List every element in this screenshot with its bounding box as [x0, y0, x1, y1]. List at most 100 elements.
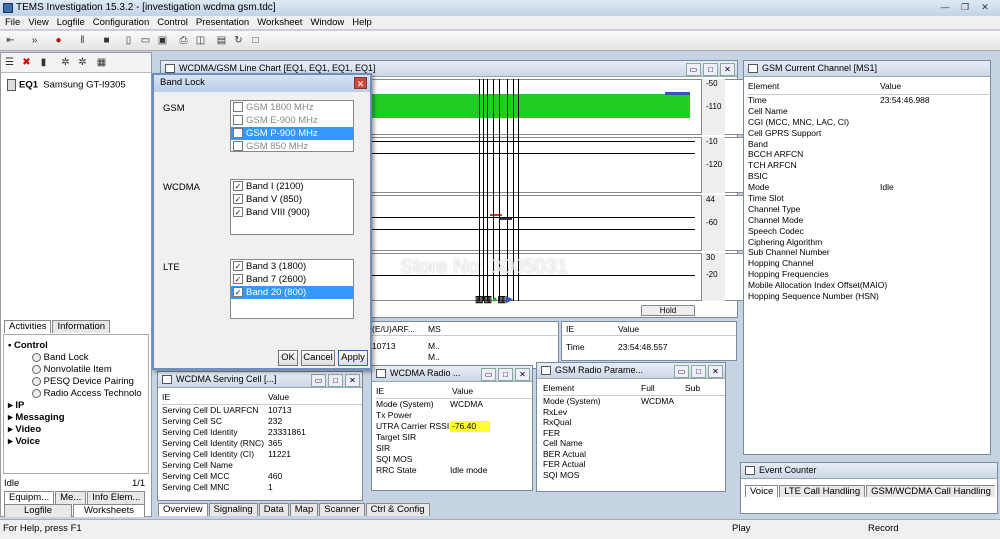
- checkbox[interactable]: [233, 115, 243, 126]
- minimize-button[interactable]: ▭: [481, 368, 496, 381]
- ok-button[interactable]: OK: [278, 350, 298, 366]
- tab-overview[interactable]: Overview: [158, 503, 208, 516]
- tab-info-elements[interactable]: Info Elem...: [87, 491, 146, 504]
- print-preview-icon[interactable]: ◫: [194, 34, 207, 47]
- tab-data[interactable]: Data: [258, 503, 289, 516]
- tab-worksheets[interactable]: Worksheets: [73, 504, 145, 517]
- close-button[interactable]: ✕: [345, 374, 360, 387]
- checkbox[interactable]: ✓: [233, 287, 243, 298]
- wcdma-band-option[interactable]: ✓ Band V (850): [231, 193, 353, 206]
- properties-icon[interactable]: ▦: [95, 56, 108, 69]
- close-button[interactable]: ✕: [515, 368, 530, 381]
- pause-icon[interactable]: ‖: [76, 34, 89, 47]
- tab-ctrl-config[interactable]: Ctrl & Config: [365, 503, 430, 516]
- equipment-item[interactable]: EQ1 Samsung GT-I9305: [7, 79, 126, 91]
- tab-gsm-wcdma-call[interactable]: GSM/WCDMA Call Handling: [866, 485, 995, 497]
- cell-ie: Mode (System): [376, 399, 434, 409]
- tree-group-video[interactable]: ▸ Video: [8, 424, 41, 435]
- tab-equipment[interactable]: Equipm...: [4, 491, 55, 504]
- tab-information[interactable]: Information: [52, 320, 111, 333]
- tab-activities[interactable]: Activities: [4, 320, 52, 333]
- maximize-button[interactable]: □: [703, 63, 718, 76]
- menu-view[interactable]: View: [23, 16, 51, 28]
- print-icon[interactable]: ⎙: [177, 34, 190, 47]
- hold-button[interactable]: Hold: [641, 305, 695, 316]
- menu-control[interactable]: Control: [152, 16, 191, 28]
- lte-band-option[interactable]: ✓ Band 3 (1800): [231, 260, 353, 273]
- tree-group-voice[interactable]: ▸ Voice: [8, 436, 40, 447]
- list-icon[interactable]: ☰: [3, 56, 16, 69]
- menu-worksheet[interactable]: Worksheet: [252, 16, 305, 28]
- tab-scanner[interactable]: Scanner: [319, 503, 365, 516]
- menu-presentation[interactable]: Presentation: [191, 16, 252, 28]
- minimize-button[interactable]: ▭: [674, 365, 689, 378]
- restore-icon[interactable]: ❐: [958, 2, 972, 14]
- tree-group-ip[interactable]: ▸ IP: [8, 400, 24, 411]
- apply-button[interactable]: Apply: [338, 350, 368, 366]
- connect-icon[interactable]: ⇤: [4, 34, 17, 47]
- checkbox[interactable]: ✓: [233, 261, 243, 272]
- menu-help[interactable]: Help: [347, 16, 375, 28]
- worksheet-icon[interactable]: ▤: [215, 34, 228, 47]
- lte-band-option[interactable]: ✓ Band 20 (800): [231, 286, 353, 299]
- gsm-band-option[interactable]: GSM 850 MHz: [231, 140, 353, 151]
- checkbox[interactable]: [233, 102, 243, 113]
- minimize-button[interactable]: ▭: [686, 63, 701, 76]
- cell: 10713: [372, 341, 396, 351]
- tree-item-pesq[interactable]: PESQ Device Pairing: [32, 376, 134, 387]
- tree-item-nonvolatile[interactable]: Nonvolatile Item: [32, 364, 112, 375]
- checkbox[interactable]: [233, 141, 243, 151]
- close-button[interactable]: ✕: [708, 365, 723, 378]
- gsm-band-option[interactable]: GSM E-900 MHz: [231, 114, 353, 127]
- record-icon[interactable]: ●: [52, 34, 65, 47]
- tree-group-messaging[interactable]: ▸ Messaging: [8, 412, 65, 423]
- menu-file[interactable]: File: [0, 16, 23, 28]
- lte-band-option[interactable]: ✓ Band 7 (2600): [231, 273, 353, 286]
- tree-item-band-lock[interactable]: Band Lock: [32, 352, 89, 363]
- gsm-band-option[interactable]: GSM 1800 MHz: [231, 101, 353, 114]
- dialog-close-icon[interactable]: ✕: [354, 77, 367, 89]
- tree-control[interactable]: ▪ Control: [8, 340, 48, 351]
- header-sub: Sub: [685, 383, 701, 393]
- close-button[interactable]: ✕: [720, 63, 735, 76]
- equipment-icon[interactable]: ▮: [37, 56, 50, 69]
- minimize-icon[interactable]: —: [938, 2, 952, 14]
- maximize-button[interactable]: □: [328, 374, 343, 387]
- play-icon[interactable]: »: [28, 34, 41, 47]
- gear-icon[interactable]: ✲: [76, 56, 89, 69]
- cancel-button[interactable]: Cancel: [301, 350, 335, 366]
- settings-icon[interactable]: ✲: [59, 56, 72, 69]
- delete-icon[interactable]: ✖: [20, 56, 33, 69]
- checkbox[interactable]: [233, 128, 243, 139]
- tab-menu[interactable]: Me...: [55, 491, 87, 504]
- maximize-button[interactable]: □: [498, 368, 513, 381]
- tab-lte-call[interactable]: LTE Call Handling: [779, 485, 866, 497]
- refresh-icon[interactable]: ↻: [232, 34, 245, 47]
- menu-logfile[interactable]: Logfile: [52, 16, 88, 28]
- checkbox[interactable]: ✓: [233, 207, 243, 218]
- checkbox[interactable]: ✓: [233, 181, 243, 192]
- gsm-band-option[interactable]: GSM P-900 MHz: [231, 127, 353, 140]
- new-file-icon[interactable]: ▯: [122, 34, 135, 47]
- wcdma-band-option[interactable]: ✓ Band I (2100): [231, 180, 353, 193]
- tab-voice[interactable]: Voice: [745, 485, 779, 497]
- minimize-button[interactable]: ▭: [311, 374, 326, 387]
- wcdma-band-option[interactable]: ✓ Band VIII (900): [231, 206, 353, 219]
- tab-signaling[interactable]: Signaling: [208, 503, 258, 516]
- table-row: Mode Idle: [748, 182, 990, 193]
- fullscreen-icon[interactable]: □: [249, 34, 262, 47]
- tab-logfile[interactable]: Logfile: [4, 504, 72, 517]
- open-file-icon[interactable]: ▭: [139, 34, 152, 47]
- cell-full: WCDMA: [641, 396, 675, 406]
- stop-icon[interactable]: ■: [100, 34, 113, 47]
- save-icon[interactable]: ▣: [156, 34, 169, 47]
- checkbox[interactable]: ✓: [233, 274, 243, 285]
- menu-configuration[interactable]: Configuration: [88, 16, 153, 28]
- tab-map[interactable]: Map: [289, 503, 319, 516]
- menu-window[interactable]: Window: [305, 16, 347, 28]
- close-icon[interactable]: ✕: [978, 2, 992, 14]
- maximize-button[interactable]: □: [691, 365, 706, 378]
- tree-item-rat[interactable]: Radio Access Technolo: [32, 388, 142, 399]
- checkbox[interactable]: ✓: [233, 194, 243, 205]
- table-header: IE Value: [162, 392, 362, 405]
